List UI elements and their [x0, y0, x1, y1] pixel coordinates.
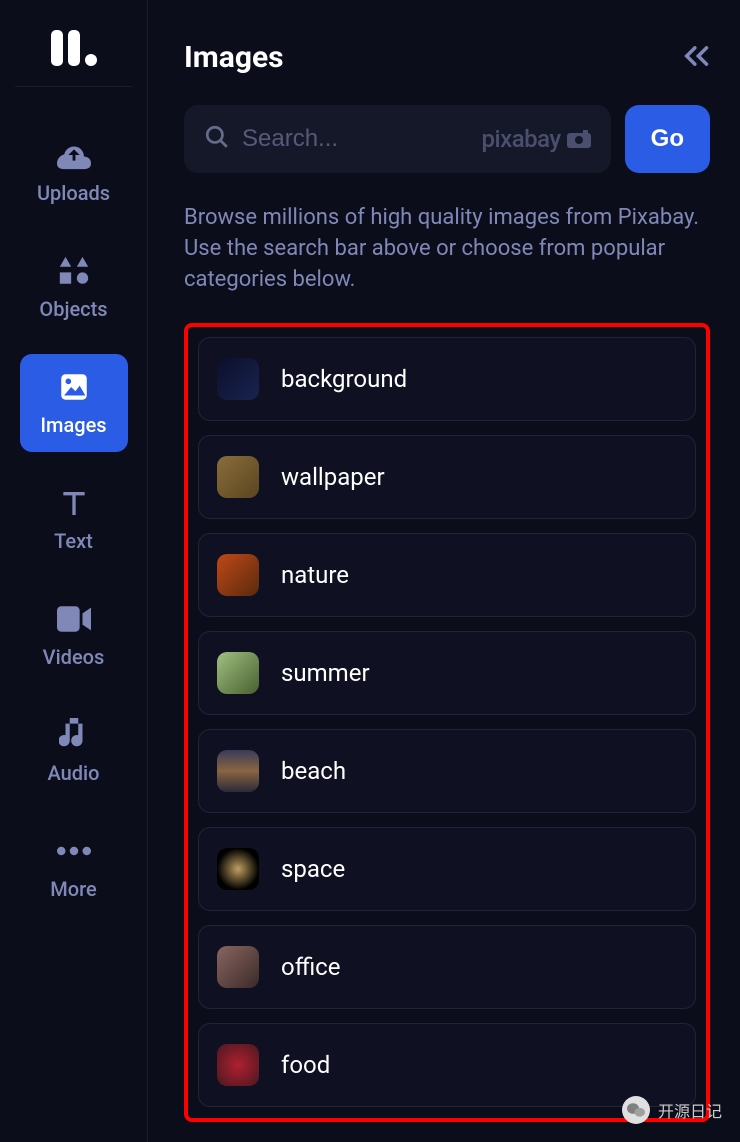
collapse-panel-icon[interactable]	[682, 44, 710, 72]
panel-description: Browse millions of high quality images f…	[184, 203, 710, 295]
sidebar-item-images[interactable]: Images	[20, 354, 128, 452]
image-icon	[56, 369, 92, 405]
more-icon	[56, 833, 92, 869]
category-thumb	[217, 652, 259, 694]
category-label: food	[281, 1051, 330, 1079]
sidebar-item-more[interactable]: More	[20, 818, 128, 916]
search-input[interactable]	[242, 125, 482, 153]
sidebar-item-objects[interactable]: Objects	[20, 238, 128, 336]
watermark-badge: 开源日记	[622, 1096, 722, 1124]
category-item-wallpaper[interactable]: wallpaper	[198, 435, 696, 519]
sidebar-item-videos[interactable]: Videos	[20, 586, 128, 684]
panel-title: Images	[184, 40, 284, 75]
go-button[interactable]: Go	[625, 105, 710, 173]
search-icon	[204, 124, 230, 154]
category-item-beach[interactable]: beach	[198, 729, 696, 813]
pixabay-provider-label: pixabay	[482, 125, 591, 153]
category-label: summer	[281, 659, 370, 687]
text-icon	[56, 485, 92, 521]
nav-label: Uploads	[37, 181, 110, 205]
category-thumb	[217, 750, 259, 792]
category-item-office[interactable]: office	[198, 925, 696, 1009]
wechat-icon	[622, 1096, 650, 1124]
category-thumb	[217, 358, 259, 400]
category-item-food[interactable]: food	[198, 1023, 696, 1107]
shapes-icon	[56, 253, 92, 289]
category-item-space[interactable]: space	[198, 827, 696, 911]
sidebar-item-text[interactable]: Text	[20, 470, 128, 568]
category-thumb	[217, 848, 259, 890]
nav-label: Text	[54, 529, 93, 553]
category-label: space	[281, 855, 345, 883]
sidebar-item-uploads[interactable]: Uploads	[20, 122, 128, 220]
categories-list: background wallpaper nature summer beach…	[184, 323, 710, 1122]
main-panel: Images pixabay Go Browse millions of hig…	[148, 0, 740, 1142]
watermark-text: 开源日记	[658, 1098, 722, 1122]
category-label: office	[281, 953, 340, 981]
category-item-background[interactable]: background	[198, 337, 696, 421]
category-label: beach	[281, 757, 346, 785]
category-thumb	[217, 946, 259, 988]
sidebar-nav: Uploads Objects Images Text Videos Audio	[0, 0, 148, 1142]
panel-header: Images	[184, 40, 710, 75]
video-icon	[56, 601, 92, 637]
sidebar-item-audio[interactable]: Audio	[20, 702, 128, 800]
app-logo	[15, 30, 133, 87]
nav-label: More	[50, 877, 96, 901]
category-label: wallpaper	[281, 463, 385, 491]
search-box[interactable]: pixabay	[184, 105, 611, 173]
cloud-upload-icon	[56, 137, 92, 173]
category-item-summer[interactable]: summer	[198, 631, 696, 715]
nav-label: Objects	[39, 297, 107, 321]
category-thumb	[217, 1044, 259, 1086]
nav-label: Videos	[43, 645, 105, 669]
category-label: nature	[281, 561, 349, 589]
nav-label: Audio	[48, 761, 100, 785]
category-thumb	[217, 554, 259, 596]
search-row: pixabay Go	[184, 105, 710, 173]
music-icon	[56, 717, 92, 753]
category-label: background	[281, 365, 407, 393]
category-item-nature[interactable]: nature	[198, 533, 696, 617]
camera-icon	[567, 130, 591, 148]
nav-label: Images	[40, 413, 106, 437]
category-thumb	[217, 456, 259, 498]
